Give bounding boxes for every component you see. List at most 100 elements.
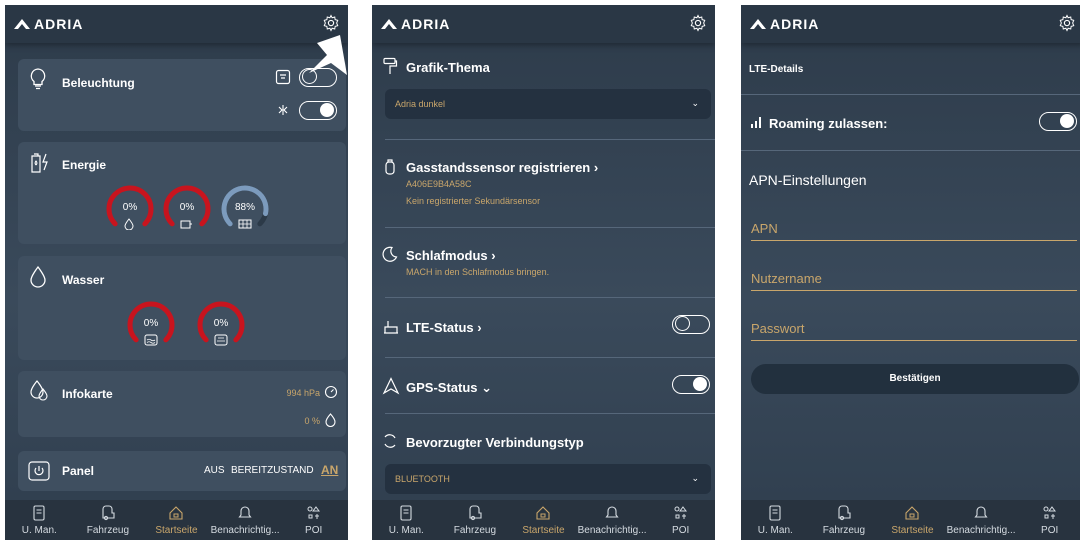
nav-item-poi[interactable]: POI bbox=[1016, 500, 1080, 536]
bottom-nav: U. Man. Fahrzeug Startseite Benachrichtig..… bbox=[5, 500, 348, 540]
panel-on-option[interactable]: AN bbox=[321, 463, 338, 477]
lte-details-header: LTE-Details bbox=[749, 64, 804, 75]
level-gauge: 0% bbox=[196, 300, 246, 356]
home-icon bbox=[904, 505, 920, 525]
nav-item-label: POI bbox=[672, 525, 690, 536]
poi-icon bbox=[306, 505, 322, 525]
chevron-down-icon: ⌄ bbox=[691, 98, 699, 108]
gps-status-toggle[interactable] bbox=[672, 375, 710, 394]
water-drop-icon bbox=[30, 265, 46, 288]
gas-sensor-title[interactable]: Gasstandssensor registrieren › bbox=[406, 160, 598, 175]
level-gauge: 0% bbox=[105, 184, 155, 240]
nav-item-label: Fahrzeug bbox=[86, 525, 130, 536]
gps-status-title[interactable]: GPS-Status ⌄ bbox=[406, 380, 492, 396]
notification-icon bbox=[237, 505, 253, 525]
nav-item-label: Startseite bbox=[522, 525, 565, 536]
signal-bars-icon bbox=[751, 117, 761, 128]
level-gauge: 0% bbox=[162, 184, 212, 240]
bottom-nav: U. Man. Fahrzeug Startseite Benachrichtig..… bbox=[372, 500, 715, 540]
pointer-arrow-icon bbox=[309, 35, 347, 75]
gas-icon bbox=[123, 217, 135, 235]
nav-item-label: POI bbox=[305, 525, 323, 536]
nav-item-home[interactable]: Startseite bbox=[878, 500, 946, 536]
gear-icon[interactable] bbox=[689, 14, 707, 32]
gps-icon bbox=[382, 377, 400, 395]
nav-item-home[interactable]: Startseite bbox=[142, 500, 210, 536]
paint-roller-icon bbox=[383, 57, 398, 74]
apn-input[interactable]: APN bbox=[751, 221, 1077, 241]
poi-icon bbox=[673, 505, 689, 525]
nav-item-notification[interactable]: Benachrichtig... bbox=[946, 500, 1016, 536]
gas-bottle-icon bbox=[385, 159, 395, 175]
password-input[interactable]: Passwort bbox=[751, 321, 1077, 341]
theme-select[interactable]: Adria dunkel ⌄ bbox=[385, 89, 711, 119]
vehicle-icon bbox=[100, 505, 116, 525]
lte-status-toggle[interactable] bbox=[672, 315, 710, 334]
vehicle-icon bbox=[836, 505, 852, 525]
panel-title: Panel bbox=[62, 464, 95, 478]
nav-item-vehicle[interactable]: Fahrzeug bbox=[810, 500, 878, 536]
gas-sensor-note: Kein registrierter Sekundärsensor bbox=[406, 196, 541, 206]
nav-item-label: POI bbox=[1041, 525, 1059, 536]
theme-selected: Adria dunkel bbox=[395, 99, 446, 109]
notification-icon bbox=[973, 505, 989, 525]
settings-screen: ADRIA Grafik-Thema Adria dunkel ⌄ Gassta… bbox=[372, 5, 715, 540]
humidity-small-icon bbox=[325, 413, 336, 427]
home-icon bbox=[168, 505, 184, 525]
nav-item-poi[interactable]: POI bbox=[280, 500, 348, 536]
theme-title: Grafik-Thema bbox=[406, 60, 490, 75]
nav-item-label: U. Man. bbox=[21, 525, 57, 536]
battery-icon bbox=[180, 217, 194, 235]
vehicle-icon bbox=[467, 505, 483, 525]
divider bbox=[741, 94, 1080, 95]
nav-item-manual[interactable]: U. Man. bbox=[5, 500, 73, 536]
divider bbox=[385, 139, 715, 140]
level-gauge: 88% bbox=[220, 184, 270, 240]
home-icon bbox=[535, 505, 551, 525]
manual-icon bbox=[32, 505, 46, 525]
nav-item-vehicle[interactable]: Fahrzeug bbox=[74, 500, 142, 536]
adria-logo: ADRIA bbox=[14, 16, 83, 32]
nav-item-notification[interactable]: Benachrichtig... bbox=[210, 500, 280, 536]
bottom-nav: U. Man. Fahrzeug Startseite Benachrichtig..… bbox=[741, 500, 1080, 540]
nav-item-label: Fahrzeug bbox=[822, 525, 866, 536]
exterior-light-toggle[interactable] bbox=[299, 101, 337, 120]
gear-icon[interactable] bbox=[322, 14, 340, 32]
exterior-light-icon bbox=[278, 105, 288, 115]
panel-off-option[interactable]: AUS bbox=[204, 465, 225, 476]
nav-item-manual[interactable]: U. Man. bbox=[741, 500, 809, 536]
pressure-value: 994 hPa bbox=[286, 388, 320, 398]
nav-item-label: Benachrichtig... bbox=[946, 525, 1016, 536]
nav-item-poi[interactable]: POI bbox=[647, 500, 715, 536]
nav-item-label: Startseite bbox=[891, 525, 934, 536]
panel-standby-option[interactable]: BEREITZUSTAND bbox=[231, 465, 314, 476]
connection-icon bbox=[384, 434, 396, 448]
roaming-label: Roaming zulassen: bbox=[769, 116, 888, 131]
gear-icon[interactable] bbox=[1058, 14, 1076, 32]
divider bbox=[385, 357, 715, 358]
divider bbox=[385, 413, 715, 414]
humidity-value: 0 % bbox=[304, 416, 320, 426]
lte-status-title[interactable]: LTE-Status › bbox=[406, 320, 482, 335]
username-input[interactable]: Nutzername bbox=[751, 271, 1077, 291]
gauge-value: 0% bbox=[179, 202, 195, 213]
nav-item-label: U. Man. bbox=[757, 525, 793, 536]
lighting-title: Beleuchtung bbox=[62, 76, 135, 90]
confirm-button[interactable]: Bestätigen bbox=[751, 364, 1079, 394]
nav-item-home[interactable]: Startseite bbox=[509, 500, 577, 536]
gauge-value: 0% bbox=[213, 318, 229, 329]
nav-item-vehicle[interactable]: Fahrzeug bbox=[441, 500, 509, 536]
lte-icon bbox=[384, 321, 398, 334]
gauge-value: 0% bbox=[122, 202, 138, 213]
nav-item-manual[interactable]: U. Man. bbox=[372, 500, 440, 536]
sleep-mode-title[interactable]: Schlafmodus › bbox=[406, 248, 496, 263]
app-header: ADRIA bbox=[5, 5, 348, 43]
solar-icon bbox=[238, 217, 252, 235]
nav-item-label: Startseite bbox=[155, 525, 198, 536]
nav-item-notification[interactable]: Benachrichtig... bbox=[578, 500, 647, 536]
nav-item-label: Benachrichtig... bbox=[210, 525, 280, 536]
roaming-toggle[interactable] bbox=[1039, 112, 1077, 131]
connection-type-select[interactable]: BLUETOOTH ⌄ bbox=[385, 464, 711, 494]
app-header: ADRIA bbox=[741, 5, 1080, 43]
power-icon bbox=[28, 461, 50, 481]
